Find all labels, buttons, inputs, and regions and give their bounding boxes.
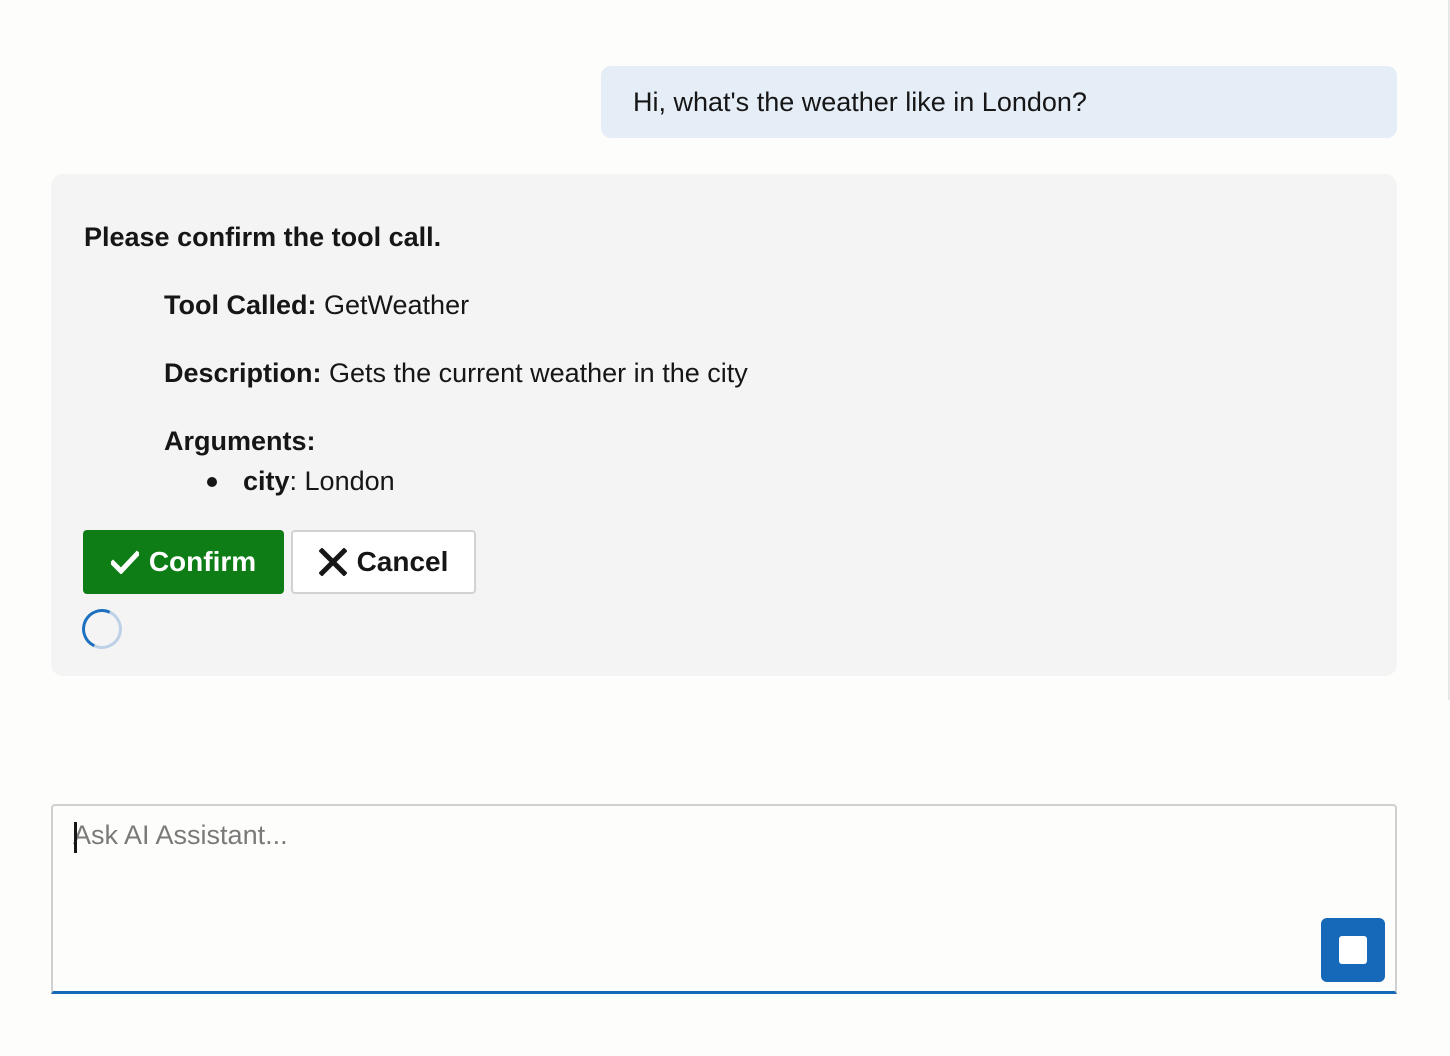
tool-called-row: Tool Called: GetWeather (164, 290, 469, 321)
checkmark-icon (110, 550, 139, 574)
user-message-bubble: Hi, what's the weather like in London? (601, 66, 1397, 138)
tool-confirmation-card: Please confirm the tool call. Tool Calle… (51, 174, 1397, 676)
description-row: Description: Gets the current weather in… (164, 358, 748, 389)
arguments-heading: Arguments: (164, 426, 316, 457)
tool-called-label: Tool Called: (164, 290, 324, 320)
description-label: Description: (164, 358, 330, 388)
text-caret (74, 822, 77, 853)
close-icon (318, 548, 347, 576)
chat-input-container (51, 804, 1397, 994)
user-message-text: Hi, what's the weather like in London? (633, 86, 1087, 117)
confirmation-heading: Please confirm the tool call. (84, 222, 442, 252)
confirm-button-label: Confirm (148, 546, 257, 577)
cancel-button[interactable]: Cancel (291, 530, 476, 594)
stop-button[interactable] (1321, 918, 1385, 982)
loading-spinner (76, 603, 128, 655)
chat-page: Hi, what's the weather like in London? P… (0, 0, 1450, 1056)
confirm-button[interactable]: Confirm (83, 530, 284, 594)
stop-icon (1339, 936, 1367, 964)
tool-called-value: GetWeather (324, 290, 470, 320)
description-value: Gets the current weather in the city (329, 358, 748, 388)
chat-input-field[interactable] (73, 820, 1313, 880)
arguments-label: Arguments: (164, 426, 316, 456)
argument-value: : London (289, 466, 395, 496)
argument-name: city (243, 466, 290, 496)
argument-list-item: city : London (207, 466, 395, 497)
cancel-button-label: Cancel (356, 546, 449, 577)
bullet-icon (207, 476, 217, 487)
